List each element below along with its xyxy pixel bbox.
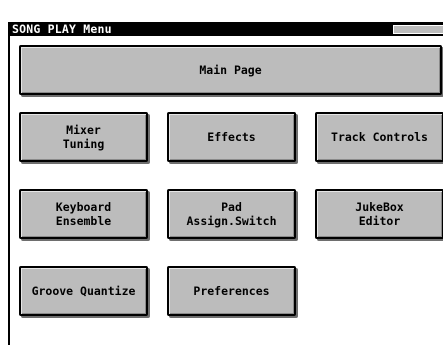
track-controls-button-label: Track Controls [331, 130, 428, 144]
menu-title: SONG PLAY Menu [12, 22, 112, 36]
pad-assign-switch-button-label: Pad Assign.Switch [186, 200, 277, 228]
effects-button-label: Effects [207, 130, 256, 144]
main-page-button-label: Main Page [199, 63, 262, 77]
keyboard-ensemble-button[interactable]: Keyboard Ensemble [19, 189, 148, 239]
pad-assign-switch-button[interactable]: Pad Assign.Switch [167, 189, 296, 239]
song-play-menu-screen: SONG PLAY Menu Main Page Mixer Tuning Ef… [0, 0, 443, 345]
main-page-button[interactable]: Main Page [19, 45, 442, 95]
mixer-tuning-button-label: Mixer Tuning [62, 123, 105, 151]
groove-quantize-button-label: Groove Quantize [31, 284, 136, 298]
jukebox-editor-button-label: JukeBox Editor [355, 200, 404, 228]
preferences-button[interactable]: Preferences [167, 266, 296, 316]
jukebox-editor-button[interactable]: JukeBox Editor [315, 189, 443, 239]
effects-button[interactable]: Effects [167, 112, 296, 162]
frame-left-border [8, 26, 10, 345]
mixer-tuning-button[interactable]: Mixer Tuning [19, 112, 148, 162]
groove-quantize-button[interactable]: Groove Quantize [19, 266, 148, 316]
title-bar-tab [393, 25, 443, 34]
track-controls-button[interactable]: Track Controls [315, 112, 443, 162]
keyboard-ensemble-button-label: Keyboard Ensemble [55, 200, 112, 228]
preferences-button-label: Preferences [193, 284, 270, 298]
